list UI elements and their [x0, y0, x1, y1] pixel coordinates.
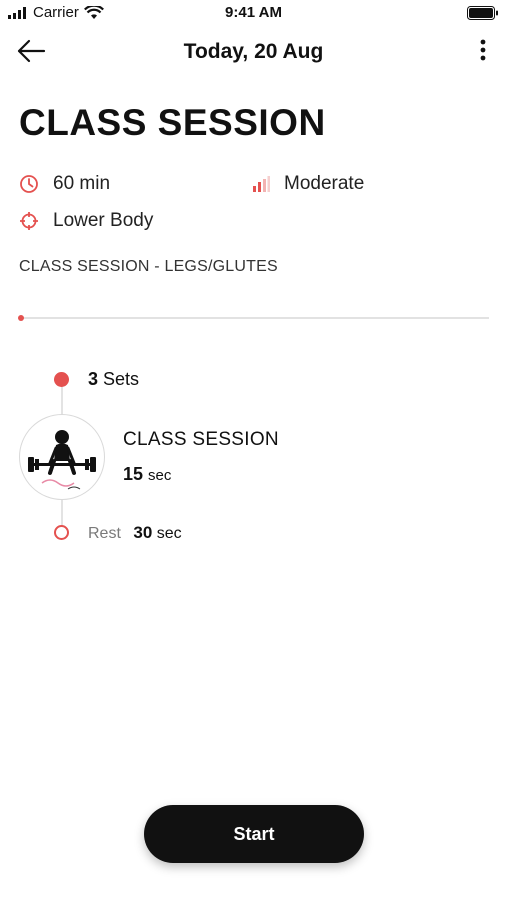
exercise-name[interactable]: CLASS SESSION — [123, 429, 279, 451]
weightlifter-logo-icon — [28, 430, 96, 490]
sets-text: Sets — [103, 369, 140, 389]
start-button[interactable]: Start — [144, 805, 364, 863]
intensity-meta: Moderate — [252, 173, 364, 195]
duration-label: 60 min — [53, 173, 111, 194]
sets-count: 3 — [88, 369, 99, 389]
exercise-duration-unit: sec — [148, 467, 172, 484]
progress-indicator — [18, 315, 24, 321]
sets-marker — [54, 372, 69, 387]
focus-label: Lower Body — [53, 210, 154, 231]
more-vertical-icon — [480, 39, 486, 61]
session-description: CLASS SESSION - LEGS/GLUTES — [19, 258, 278, 275]
rest-marker — [54, 525, 69, 540]
clock-icon — [20, 175, 38, 193]
target-icon — [20, 212, 38, 230]
status-bar: Carrier 9:41 AM — [0, 0, 507, 26]
more-options-button[interactable] — [475, 38, 491, 66]
intensity-bars-icon — [253, 176, 270, 192]
rest-unit: sec — [156, 525, 182, 542]
exercise-thumbnail[interactable] — [19, 414, 105, 500]
rest-row: Rest 30 sec — [88, 523, 182, 543]
duration-meta: 60 min — [19, 173, 110, 195]
exercise-duration-value: 15 — [123, 464, 144, 484]
intensity-label: Moderate — [284, 173, 365, 194]
status-time: 9:41 AM — [225, 4, 282, 21]
exercise-duration: 15 sec — [123, 464, 171, 485]
focus-meta: Lower Body — [19, 210, 153, 232]
rest-label: Rest — [88, 525, 121, 542]
rest-value: 30 — [133, 523, 153, 542]
battery-icon — [467, 6, 499, 24]
progress-track — [20, 317, 489, 319]
page-title: CLASS SESSION — [19, 102, 326, 143]
header-date-title: Today, 20 Aug — [183, 40, 324, 63]
nav-header: Today, 20 Aug — [0, 30, 507, 74]
sets-label: 3 Sets — [88, 369, 139, 390]
